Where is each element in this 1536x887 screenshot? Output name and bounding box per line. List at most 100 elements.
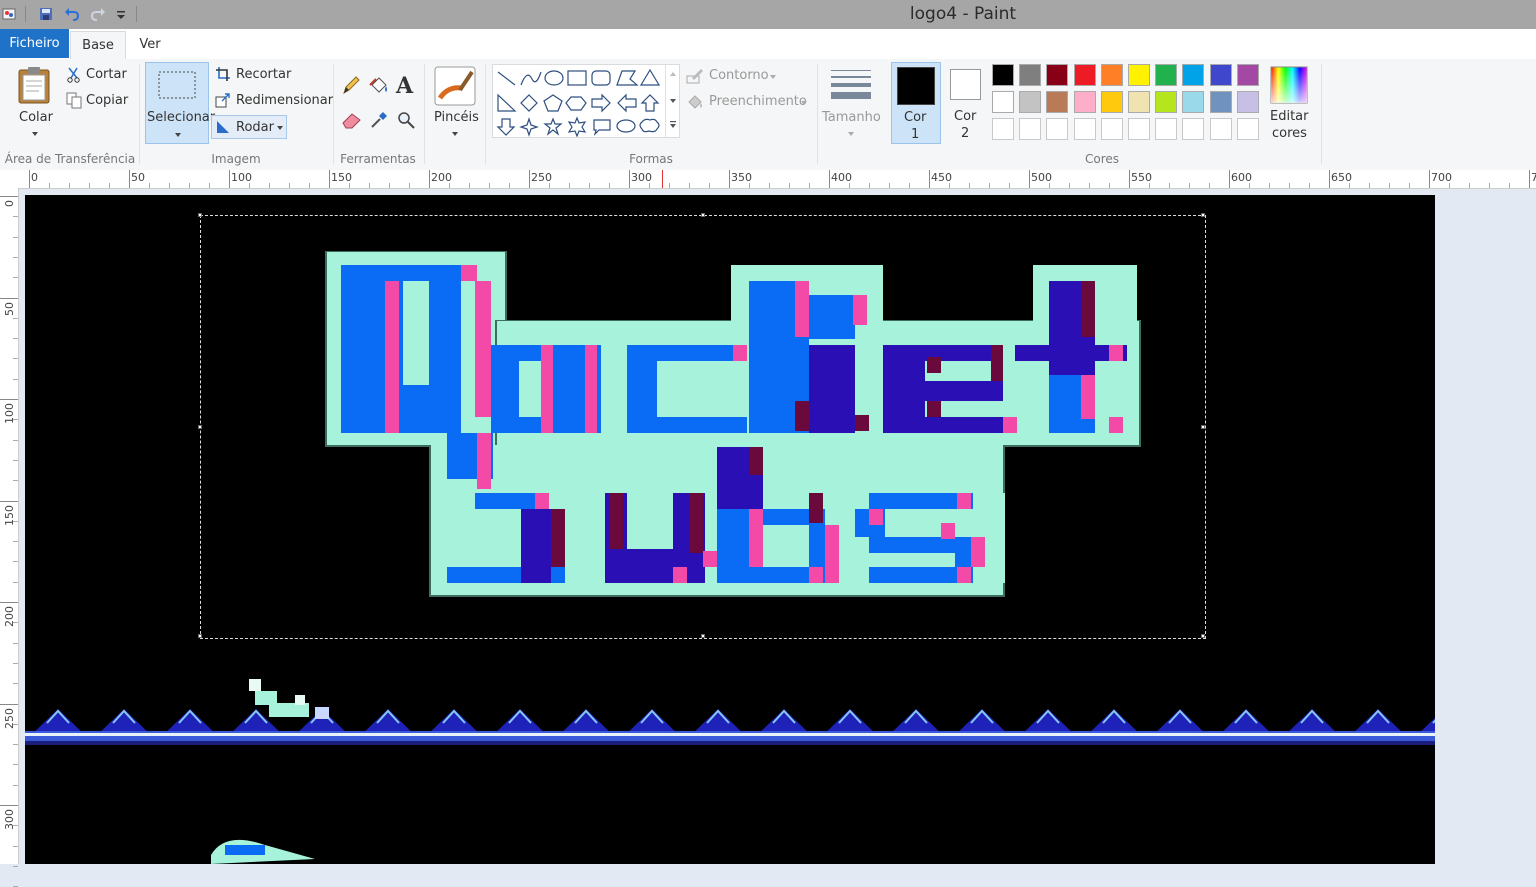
ruler-minor-tick	[1289, 183, 1290, 188]
edit-colors-label-2: cores	[1272, 126, 1307, 141]
color-picker-icon[interactable]	[369, 110, 389, 130]
tab-file[interactable]: Ficheiro	[0, 29, 69, 58]
ruler-minor-tick	[13, 561, 18, 563]
ruler-minor-tick	[569, 183, 570, 188]
ruler-minor-tick	[249, 183, 250, 188]
palette-color-swatch[interactable]	[1236, 64, 1259, 86]
ruler-label: 50	[3, 301, 16, 316]
paste-button[interactable]: Colar	[8, 62, 62, 142]
cut-button[interactable]: Cortar	[64, 65, 134, 85]
selection-resize-handle[interactable]	[701, 213, 705, 217]
palette-color-swatch[interactable]	[1182, 64, 1205, 86]
palette-color-swatch[interactable]	[1128, 64, 1150, 86]
palette-custom-swatch[interactable]	[1073, 118, 1096, 140]
shapes-scroll[interactable]	[665, 65, 680, 137]
ruler-tick	[829, 170, 830, 188]
palette-color-swatch[interactable]	[1046, 91, 1069, 113]
fill-button[interactable]: Preenchimento	[686, 92, 811, 112]
palette-color-swatch[interactable]	[1155, 64, 1178, 86]
crop-button[interactable]: Recortar	[213, 65, 323, 85]
palette-color-swatch[interactable]	[1019, 64, 1042, 86]
ruler-minor-tick	[1189, 183, 1190, 188]
brushes-button[interactable]: Pincéis	[430, 62, 480, 142]
tab-view[interactable]: Ver	[130, 31, 170, 59]
selection-box[interactable]	[198, 213, 1206, 639]
ruler-tick	[129, 170, 130, 188]
select-button[interactable]: Selecionar	[145, 62, 215, 144]
ruler-minor-tick	[13, 825, 18, 827]
rotate-label: Rodar	[236, 120, 274, 135]
copy-icon	[66, 92, 82, 109]
ruler-tick	[1329, 170, 1330, 188]
palette-custom-swatch[interactable]	[992, 118, 1014, 140]
ruler-minor-tick	[269, 183, 270, 188]
palette-color-swatch[interactable]	[992, 64, 1014, 86]
color2-button[interactable]: Cor 2	[944, 62, 988, 144]
palette-custom-swatch[interactable]	[1182, 118, 1205, 140]
rotate-button[interactable]: Rodar	[211, 115, 287, 139]
selection-resize-handle[interactable]	[198, 425, 202, 429]
shapes-gallery[interactable]	[492, 64, 680, 138]
palette-custom-swatch[interactable]	[1019, 118, 1042, 140]
ruler-minor-tick	[13, 622, 18, 624]
selection-resize-handle[interactable]	[1201, 425, 1205, 429]
ruler-tick	[0, 805, 18, 806]
water-foam	[25, 733, 1435, 736]
palette-color-swatch[interactable]	[1046, 64, 1069, 86]
palette-custom-swatch[interactable]	[1155, 118, 1178, 140]
ruler-minor-tick	[989, 183, 990, 188]
ruler-tick	[729, 170, 730, 188]
ruler-minor-tick	[1389, 183, 1390, 188]
palette-custom-swatch[interactable]	[1236, 118, 1259, 140]
palette-color-swatch[interactable]	[1073, 91, 1096, 113]
palette-color-swatch[interactable]	[1128, 91, 1150, 113]
ruler-minor-tick	[13, 216, 18, 218]
palette-color-swatch[interactable]	[1100, 91, 1123, 113]
ruler-minor-tick	[369, 183, 370, 188]
pencil-icon[interactable]	[341, 74, 361, 96]
ruler-tick	[1529, 170, 1530, 188]
palette-color-swatch[interactable]	[1073, 64, 1096, 86]
palette-custom-swatch[interactable]	[1100, 118, 1123, 140]
edit-colors-button[interactable]: Editar cores	[1266, 62, 1312, 144]
copy-button[interactable]: Copiar	[64, 91, 134, 111]
color1-button[interactable]: Cor 1	[891, 62, 941, 144]
selection-resize-handle[interactable]	[701, 634, 705, 638]
ruler-minor-tick	[589, 183, 590, 188]
palette-color-swatch[interactable]	[1182, 91, 1205, 113]
fill-bucket-icon[interactable]	[368, 74, 390, 96]
color2-number: 2	[961, 126, 970, 141]
ruler-minor-tick	[1409, 183, 1410, 188]
selection-resize-handle[interactable]	[198, 213, 202, 217]
palette-color-swatch[interactable]	[1209, 64, 1232, 86]
ruler-minor-tick	[389, 183, 390, 188]
eraser-icon[interactable]	[341, 110, 363, 130]
resize-button[interactable]: Redimensionar	[213, 91, 333, 111]
palette-color-swatch[interactable]	[1209, 91, 1232, 113]
selection-resize-handle[interactable]	[1201, 634, 1205, 638]
palette-color-swatch[interactable]	[992, 91, 1014, 113]
selection-resize-handle[interactable]	[1201, 213, 1205, 217]
chevron-down-icon	[670, 99, 676, 103]
ruler-minor-tick	[13, 277, 18, 279]
outline-button[interactable]: Contorno	[686, 66, 786, 86]
palette-color-swatch[interactable]	[1155, 91, 1178, 113]
color2-swatch	[950, 69, 981, 100]
palette-custom-swatch[interactable]	[1046, 118, 1069, 140]
line-size-icon	[831, 70, 871, 99]
ruler-minor-tick	[169, 183, 170, 188]
selection-resize-handle[interactable]	[198, 634, 202, 638]
ruler-minor-tick	[209, 183, 210, 188]
text-icon[interactable]: A	[395, 73, 417, 97]
tab-home[interactable]: Base	[70, 31, 126, 60]
ruler-minor-tick	[49, 183, 50, 188]
palette-custom-swatch[interactable]	[1128, 118, 1150, 140]
ruler-minor-tick	[409, 183, 410, 188]
palette-color-swatch[interactable]	[1100, 64, 1123, 86]
palette-custom-swatch[interactable]	[1209, 118, 1232, 140]
magnifier-icon[interactable]	[396, 110, 416, 130]
palette-color-swatch[interactable]	[1019, 91, 1042, 113]
palette-color-swatch[interactable]	[1236, 91, 1259, 113]
ruler-label: 100	[3, 403, 16, 424]
size-button[interactable]: Tamanho	[822, 62, 881, 142]
